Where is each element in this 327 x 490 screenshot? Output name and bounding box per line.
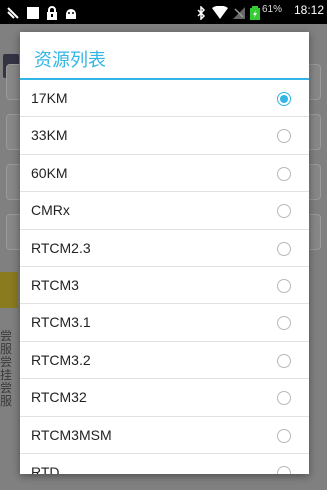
status-bar: 61% 18:12: [0, 0, 327, 24]
list-item[interactable]: RTCM2.3: [20, 230, 309, 267]
radio-button[interactable]: [277, 391, 291, 406]
radio-button[interactable]: [277, 353, 291, 368]
list-item[interactable]: CMRx: [20, 192, 309, 230]
radio-button[interactable]: [277, 465, 291, 474]
list-item-label: 33KM: [31, 127, 68, 144]
radio-button[interactable]: [277, 166, 291, 181]
no-signal-icon: [232, 5, 246, 24]
radio-button[interactable]: [277, 129, 291, 144]
battery-icon: [250, 5, 260, 24]
lock-icon: [46, 5, 58, 24]
list-item-label: RTCM3.2: [31, 351, 91, 368]
list-item[interactable]: RTCM3: [20, 267, 309, 305]
list-item[interactable]: RTCM3MSM: [20, 417, 309, 454]
bluetooth-icon: [196, 5, 206, 24]
list-item-label: RTCM3: [31, 276, 79, 293]
usb-debug-icon: [6, 5, 20, 24]
clock: 18:12: [293, 3, 324, 17]
battery-percent: 61%: [261, 4, 282, 15]
list-item-label: RTCM3.1: [31, 314, 91, 331]
source-list-dialog: 资源列表 17KM 33KM 60KM CMRx RTCM2.3 RTCM3 RTCM3.1…: [20, 32, 309, 474]
source-list: 17KM 33KM 60KM CMRx RTCM2.3 RTCM3 RTCM3.1 RTCM3…: [20, 80, 309, 474]
wifi-icon: [212, 5, 228, 24]
radio-button[interactable]: [277, 278, 291, 293]
android-icon: [64, 5, 78, 24]
list-item[interactable]: RTCM3.2: [20, 342, 309, 380]
radio-button[interactable]: [277, 316, 291, 331]
list-item-label: RTCM32: [31, 389, 87, 406]
background-side-text: 尝服尝挂尝服: [0, 329, 13, 408]
list-item[interactable]: RTD: [20, 454, 309, 474]
notification-icon: [26, 5, 40, 24]
list-item-label: RTD: [31, 463, 60, 474]
list-item-label: CMRx: [31, 202, 70, 219]
list-item[interactable]: 17KM: [20, 80, 309, 118]
list-item-label: RTCM3MSM: [31, 426, 112, 443]
dialog-title: 资源列表: [34, 50, 106, 71]
background-button: [0, 272, 18, 308]
list-item[interactable]: RTCM3.1: [20, 304, 309, 342]
list-item[interactable]: 60KM: [20, 155, 309, 193]
radio-button[interactable]: [277, 241, 291, 256]
list-item[interactable]: 33KM: [20, 117, 309, 155]
list-item-label: 17KM: [31, 90, 68, 106]
list-item-label: RTCM2.3: [31, 239, 91, 256]
radio-button[interactable]: [277, 428, 291, 443]
radio-button[interactable]: [277, 204, 291, 219]
list-item-label: 60KM: [31, 164, 68, 181]
list-item[interactable]: RTCM32: [20, 379, 309, 417]
radio-button[interactable]: [277, 92, 291, 106]
